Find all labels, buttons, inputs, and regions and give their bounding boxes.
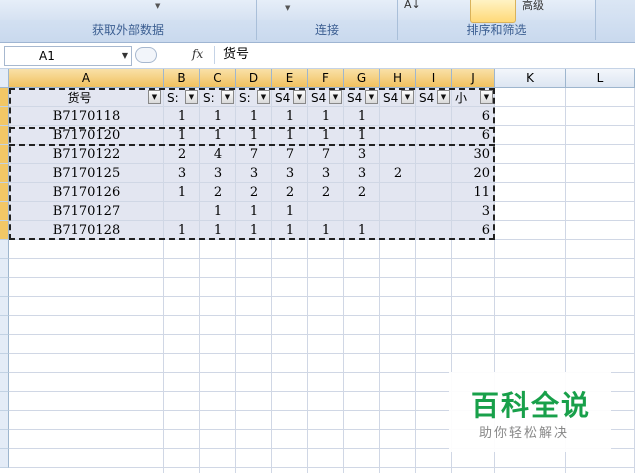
row-header[interactable] xyxy=(0,259,9,278)
ribbon-group-connections: ▼ 连接 xyxy=(257,0,397,42)
gridline-horizontal xyxy=(9,467,635,468)
dropdown-arrow-icon[interactable]: ▼ xyxy=(285,4,290,12)
watermark-title: 百科全说 xyxy=(471,389,592,422)
dropdown-arrow-icon[interactable]: ▼ xyxy=(155,2,160,10)
ribbon-group-label: 排序和筛选 xyxy=(466,23,527,37)
row-header[interactable] xyxy=(0,449,9,468)
ribbon-group-top xyxy=(0,0,256,20)
row-header[interactable] xyxy=(0,145,9,164)
formula-bar: A1 ▼ fx 货号 xyxy=(0,43,635,69)
group-divider xyxy=(595,0,596,40)
column-header-i[interactable]: I xyxy=(416,69,452,88)
row-header[interactable] xyxy=(0,278,9,297)
row-header[interactable] xyxy=(0,240,9,259)
copy-marquee xyxy=(9,127,495,146)
row-header[interactable] xyxy=(0,202,9,221)
row-header[interactable] xyxy=(0,411,9,430)
row-header[interactable] xyxy=(0,430,9,449)
column-header-f[interactable]: F xyxy=(308,69,344,88)
watermark-logo: 百科全说 助你轻松解决 xyxy=(449,372,611,452)
gridline-horizontal xyxy=(9,353,635,354)
chevron-down-icon[interactable]: ▼ xyxy=(122,47,128,65)
row-header[interactable] xyxy=(0,373,9,392)
row-header[interactable] xyxy=(0,88,9,107)
name-box[interactable]: A1 ▼ xyxy=(4,46,132,66)
gridline-horizontal xyxy=(9,315,635,316)
row-header[interactable] xyxy=(0,335,9,354)
ribbon-group-label: 获取外部数据 xyxy=(91,23,164,37)
sort-az-icon[interactable]: A↓ xyxy=(404,0,421,11)
gridline-horizontal xyxy=(9,258,635,259)
column-header-b[interactable]: B xyxy=(164,69,200,88)
name-box-value: A1 xyxy=(39,49,55,63)
row-header[interactable] xyxy=(0,126,9,145)
column-header-a[interactable]: A xyxy=(9,69,164,88)
formula-controls: fx xyxy=(135,46,210,64)
row-header[interactable] xyxy=(0,107,9,126)
insert-function-icon[interactable]: fx xyxy=(192,47,203,61)
watermark-subtitle: 助你轻松解决 xyxy=(479,426,570,441)
formula-bar-resize-handle[interactable] xyxy=(135,47,157,63)
row-header[interactable] xyxy=(0,392,9,411)
column-header-c[interactable]: C xyxy=(200,69,236,88)
gridline-horizontal xyxy=(9,277,635,278)
column-header-h[interactable]: H xyxy=(380,69,416,88)
ribbon: ▼ 获取外部数据 ▼ 连接 A↓ 排序和筛选 高级 xyxy=(0,0,635,43)
column-header-e[interactable]: E xyxy=(272,69,308,88)
column-header-k[interactable]: K xyxy=(495,69,566,88)
row-header[interactable] xyxy=(0,297,9,316)
gridline-horizontal xyxy=(9,334,635,335)
ribbon-group-label: 连接 xyxy=(314,23,339,37)
row-header[interactable] xyxy=(0,164,9,183)
column-header-j[interactable]: J xyxy=(452,69,495,88)
column-header-l[interactable]: L xyxy=(566,69,635,88)
copy-marquee xyxy=(9,88,495,240)
formula-input[interactable]: 货号 xyxy=(214,46,635,64)
select-all-corner[interactable] xyxy=(0,69,9,88)
column-header-d[interactable]: D xyxy=(236,69,272,88)
filter-button[interactable] xyxy=(470,0,516,23)
column-header-g[interactable]: G xyxy=(344,69,380,88)
ribbon-group-external-data: ▼ 获取外部数据 xyxy=(0,0,256,42)
advanced-filter-button[interactable]: 高级 xyxy=(522,0,544,13)
row-header[interactable] xyxy=(0,354,9,373)
gridline-horizontal xyxy=(9,296,635,297)
row-header[interactable] xyxy=(0,183,9,202)
row-header[interactable] xyxy=(0,221,9,240)
row-header[interactable] xyxy=(0,316,9,335)
ribbon-group-top xyxy=(257,0,397,20)
